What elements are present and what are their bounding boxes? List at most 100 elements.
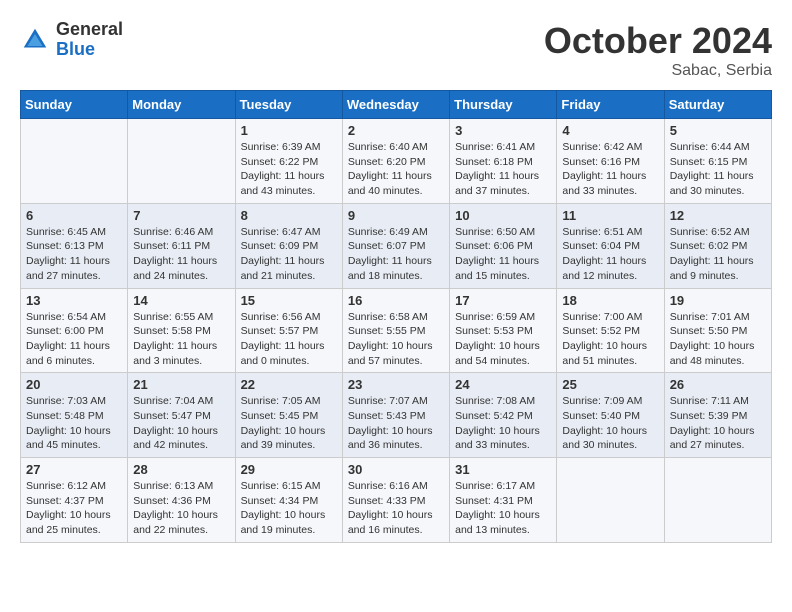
- day-info: Sunrise: 6:39 AMSunset: 6:22 PMDaylight:…: [241, 140, 337, 199]
- calendar-cell: 20 Sunrise: 7:03 AMSunset: 5:48 PMDayligh…: [21, 373, 128, 458]
- calendar-cell: [664, 458, 771, 543]
- calendar-cell: 12 Sunrise: 6:52 AMSunset: 6:02 PMDayligh…: [664, 203, 771, 288]
- calendar-cell: 21 Sunrise: 7:04 AMSunset: 5:47 PMDayligh…: [128, 373, 235, 458]
- day-number: 4: [562, 123, 658, 138]
- day-info: Sunrise: 6:40 AMSunset: 6:20 PMDaylight:…: [348, 140, 444, 199]
- calendar-cell: 28 Sunrise: 6:13 AMSunset: 4:36 PMDayligh…: [128, 458, 235, 543]
- calendar-cell: 17Sunrise: 6:59 AMSunset: 5:53 PMDayligh…: [450, 288, 557, 373]
- day-number: 18: [562, 293, 658, 308]
- weekday-header: Thursday: [450, 91, 557, 119]
- calendar-cell: 2 Sunrise: 6:40 AMSunset: 6:20 PMDaylight…: [342, 119, 449, 204]
- calendar-week-row: 6 Sunrise: 6:45 AMSunset: 6:13 PMDaylight…: [21, 203, 772, 288]
- day-info: Sunrise: 6:47 AMSunset: 6:09 PMDaylight:…: [241, 225, 337, 284]
- calendar-cell: 5Sunrise: 6:44 AMSunset: 6:15 PMDaylight…: [664, 119, 771, 204]
- day-number: 7: [133, 208, 229, 223]
- day-info: Sunrise: 6:58 AMSunset: 5:55 PMDaylight:…: [348, 310, 444, 369]
- calendar-cell: 24Sunrise: 7:08 AMSunset: 5:42 PMDayligh…: [450, 373, 557, 458]
- day-number: 10: [455, 208, 551, 223]
- calendar-cell: 23Sunrise: 7:07 AMSunset: 5:43 PMDayligh…: [342, 373, 449, 458]
- day-number: 6: [26, 208, 122, 223]
- calendar-cell: 31 Sunrise: 6:17 AMSunset: 4:31 PMDayligh…: [450, 458, 557, 543]
- calendar-cell: 1 Sunrise: 6:39 AMSunset: 6:22 PMDaylight…: [235, 119, 342, 204]
- calendar-cell: 4 Sunrise: 6:42 AMSunset: 6:16 PMDaylight…: [557, 119, 664, 204]
- day-info: Sunrise: 6:42 AMSunset: 6:16 PMDaylight:…: [562, 140, 658, 199]
- logo-icon: [20, 25, 50, 55]
- day-number: 9: [348, 208, 444, 223]
- day-info: Sunrise: 7:01 AMSunset: 5:50 PMDaylight:…: [670, 310, 766, 369]
- calendar: SundayMondayTuesdayWednesdayThursdayFrid…: [20, 90, 772, 543]
- calendar-cell: 11Sunrise: 6:51 AMSunset: 6:04 PMDayligh…: [557, 203, 664, 288]
- title-area: October 2024 Sabac, Serbia: [544, 20, 772, 80]
- day-number: 26: [670, 377, 766, 392]
- calendar-cell: 7 Sunrise: 6:46 AMSunset: 6:11 PMDaylight…: [128, 203, 235, 288]
- weekday-header: Monday: [128, 91, 235, 119]
- day-info: Sunrise: 6:12 AMSunset: 4:37 PMDaylight:…: [26, 479, 122, 538]
- calendar-week-row: 27 Sunrise: 6:12 AMSunset: 4:37 PMDayligh…: [21, 458, 772, 543]
- day-info: Sunrise: 6:46 AMSunset: 6:11 PMDaylight:…: [133, 225, 229, 284]
- day-info: Sunrise: 6:45 AMSunset: 6:13 PMDaylight:…: [26, 225, 122, 284]
- calendar-cell: 27 Sunrise: 6:12 AMSunset: 4:37 PMDayligh…: [21, 458, 128, 543]
- day-number: 15: [241, 293, 337, 308]
- calendar-cell: 29Sunrise: 6:15 AMSunset: 4:34 PMDayligh…: [235, 458, 342, 543]
- logo-text: General Blue: [56, 20, 123, 60]
- day-number: 14: [133, 293, 229, 308]
- day-info: Sunrise: 7:03 AMSunset: 5:48 PMDaylight:…: [26, 394, 122, 453]
- calendar-cell: 3Sunrise: 6:41 AMSunset: 6:18 PMDaylight…: [450, 119, 557, 204]
- weekday-header: Sunday: [21, 91, 128, 119]
- page-header: General Blue October 2024 Sabac, Serbia: [20, 20, 772, 80]
- day-info: Sunrise: 6:41 AMSunset: 6:18 PMDaylight:…: [455, 140, 551, 199]
- calendar-cell: 19 Sunrise: 7:01 AMSunset: 5:50 PMDayligh…: [664, 288, 771, 373]
- day-info: Sunrise: 6:49 AMSunset: 6:07 PMDaylight:…: [348, 225, 444, 284]
- day-info: Sunrise: 7:07 AMSunset: 5:43 PMDaylight:…: [348, 394, 444, 453]
- day-number: 1: [241, 123, 337, 138]
- day-number: 19: [670, 293, 766, 308]
- day-number: 12: [670, 208, 766, 223]
- day-number: 2: [348, 123, 444, 138]
- day-info: Sunrise: 6:50 AMSunset: 6:06 PMDaylight:…: [455, 225, 551, 284]
- day-number: 31: [455, 462, 551, 477]
- day-number: 21: [133, 377, 229, 392]
- logo-blue: Blue: [56, 40, 123, 60]
- day-info: Sunrise: 7:09 AMSunset: 5:40 PMDaylight:…: [562, 394, 658, 453]
- calendar-cell: 10 Sunrise: 6:50 AMSunset: 6:06 PMDayligh…: [450, 203, 557, 288]
- day-number: 30: [348, 462, 444, 477]
- day-info: Sunrise: 7:11 AMSunset: 5:39 PMDaylight:…: [670, 394, 766, 453]
- day-info: Sunrise: 6:16 AMSunset: 4:33 PMDaylight:…: [348, 479, 444, 538]
- month-title: October 2024: [544, 20, 772, 62]
- calendar-cell: 18 Sunrise: 7:00 AMSunset: 5:52 PMDayligh…: [557, 288, 664, 373]
- calendar-cell: 26 Sunrise: 7:11 AMSunset: 5:39 PMDayligh…: [664, 373, 771, 458]
- day-number: 16: [348, 293, 444, 308]
- calendar-cell: 13 Sunrise: 6:54 AMSunset: 6:00 PMDayligh…: [21, 288, 128, 373]
- day-number: 25: [562, 377, 658, 392]
- day-number: 27: [26, 462, 122, 477]
- day-number: 8: [241, 208, 337, 223]
- weekday-header: Tuesday: [235, 91, 342, 119]
- calendar-cell: 16 Sunrise: 6:58 AMSunset: 5:55 PMDayligh…: [342, 288, 449, 373]
- calendar-cell: [128, 119, 235, 204]
- day-info: Sunrise: 6:55 AMSunset: 5:58 PMDaylight:…: [133, 310, 229, 369]
- day-info: Sunrise: 6:52 AMSunset: 6:02 PMDaylight:…: [670, 225, 766, 284]
- day-info: Sunrise: 7:08 AMSunset: 5:42 PMDaylight:…: [455, 394, 551, 453]
- weekday-header: Saturday: [664, 91, 771, 119]
- day-number: 13: [26, 293, 122, 308]
- day-number: 28: [133, 462, 229, 477]
- day-number: 5: [670, 123, 766, 138]
- day-info: Sunrise: 7:00 AMSunset: 5:52 PMDaylight:…: [562, 310, 658, 369]
- day-info: Sunrise: 6:56 AMSunset: 5:57 PMDaylight:…: [241, 310, 337, 369]
- weekday-header-row: SundayMondayTuesdayWednesdayThursdayFrid…: [21, 91, 772, 119]
- day-number: 20: [26, 377, 122, 392]
- weekday-header: Friday: [557, 91, 664, 119]
- day-number: 11: [562, 208, 658, 223]
- calendar-cell: [557, 458, 664, 543]
- day-number: 17: [455, 293, 551, 308]
- location: Sabac, Serbia: [544, 62, 772, 80]
- calendar-cell: 15 Sunrise: 6:56 AMSunset: 5:57 PMDayligh…: [235, 288, 342, 373]
- calendar-cell: [21, 119, 128, 204]
- day-info: Sunrise: 6:54 AMSunset: 6:00 PMDaylight:…: [26, 310, 122, 369]
- day-info: Sunrise: 6:13 AMSunset: 4:36 PMDaylight:…: [133, 479, 229, 538]
- day-info: Sunrise: 6:17 AMSunset: 4:31 PMDaylight:…: [455, 479, 551, 538]
- calendar-week-row: 1 Sunrise: 6:39 AMSunset: 6:22 PMDaylight…: [21, 119, 772, 204]
- logo: General Blue: [20, 20, 123, 60]
- day-info: Sunrise: 7:04 AMSunset: 5:47 PMDaylight:…: [133, 394, 229, 453]
- calendar-cell: 25 Sunrise: 7:09 AMSunset: 5:40 PMDayligh…: [557, 373, 664, 458]
